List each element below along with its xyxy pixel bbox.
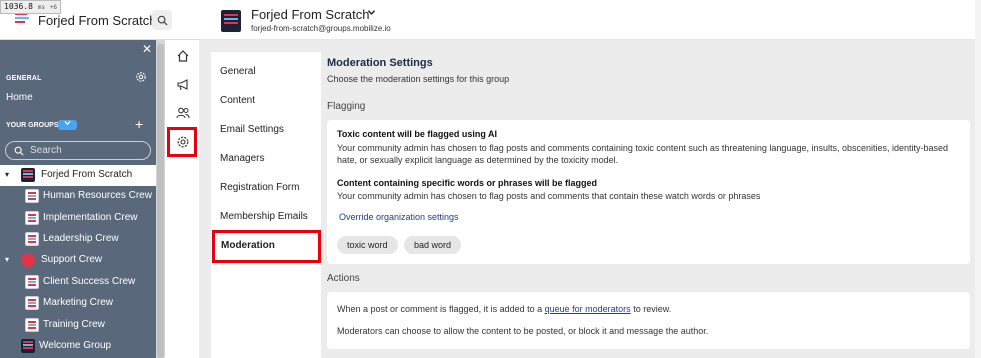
override-settings-link[interactable]: Override organization settings bbox=[339, 212, 459, 222]
flagging-card: Toxic content will be flagged using AI Y… bbox=[327, 120, 970, 264]
search-icon bbox=[14, 146, 24, 156]
subnav-item-general[interactable]: General bbox=[220, 66, 256, 77]
sidebar-group-label: Welcome Group bbox=[39, 340, 112, 351]
group-icon bbox=[25, 318, 39, 332]
group-header: Forjed From Scratch forjed-from-scratch@… bbox=[200, 0, 975, 40]
sidebar: ✕ GENERAL Home YOUR GROUPS + Search ▾ Fo… bbox=[0, 40, 156, 358]
settings-highlight-box bbox=[167, 127, 197, 157]
sidebar-general-heading: GENERAL bbox=[6, 75, 42, 82]
toxic-description: Your community admin has chosen to flag … bbox=[337, 143, 949, 165]
sidebar-group-label: Leadership Crew bbox=[43, 233, 119, 244]
group-logo bbox=[221, 10, 241, 32]
group-icon bbox=[25, 232, 39, 246]
chevron-down-icon[interactable]: ▾ bbox=[5, 170, 9, 179]
subnav-item-managers[interactable]: Managers bbox=[220, 153, 264, 164]
app-title[interactable]: Forjed From Scratch bbox=[38, 13, 156, 28]
toxic-heading: Toxic content will be flagged using AI bbox=[337, 129, 498, 139]
sidebar-group-marketing[interactable]: Marketing Crew bbox=[0, 293, 156, 314]
page-scrollbar[interactable] bbox=[975, 0, 981, 358]
perf-badge: 1036.8 ms +6 bbox=[0, 0, 62, 14]
sidebar-group-label: Forjed From Scratch bbox=[41, 169, 133, 180]
sidebar-group-label: Training Crew bbox=[43, 319, 105, 330]
sidebar-group-support[interactable]: ▾ Support Crew bbox=[0, 250, 156, 271]
group-icon bbox=[25, 296, 39, 310]
perf-extra: +6 bbox=[49, 4, 58, 11]
scrollbar-thumb[interactable] bbox=[157, 44, 164, 358]
close-icon[interactable]: ✕ bbox=[142, 42, 152, 56]
sidebar-group-hr[interactable]: Human Resources Crew bbox=[0, 186, 156, 207]
sidebar-group-forjed[interactable]: ▾ Forjed From Scratch bbox=[0, 165, 156, 186]
app-logo[interactable] bbox=[15, 13, 31, 29]
group-icon bbox=[21, 339, 35, 353]
subnav-item-moderation[interactable]: Moderation bbox=[212, 230, 321, 263]
actions-card: When a post or comment is flagged, it is… bbox=[327, 292, 970, 349]
search-icon bbox=[157, 15, 168, 26]
page-title: Moderation Settings bbox=[327, 57, 433, 69]
group-icon bbox=[21, 168, 35, 182]
group-email: forjed-from-scratch@groups.mobilize.io bbox=[251, 24, 391, 33]
group-icon bbox=[25, 189, 39, 203]
sidebar-search-input[interactable]: Search bbox=[5, 141, 151, 160]
watch-words-heading: Content containing specific words or phr… bbox=[337, 178, 598, 188]
home-icon[interactable] bbox=[176, 49, 190, 63]
people-icon[interactable] bbox=[176, 106, 190, 120]
group-icon bbox=[21, 253, 35, 267]
megaphone-icon[interactable] bbox=[176, 78, 190, 92]
sidebar-group-implementation[interactable]: Implementation Crew bbox=[0, 208, 156, 229]
actions-heading: Actions bbox=[327, 273, 360, 284]
perf-unit: ms bbox=[37, 4, 45, 11]
actions-line-1: When a post or comment is flagged, it is… bbox=[337, 304, 671, 314]
watch-word-chip: toxic word bbox=[337, 236, 398, 254]
perf-value: 1036.8 bbox=[4, 2, 33, 11]
chevron-down-icon bbox=[64, 120, 71, 126]
subnav-item-registration-form[interactable]: Registration Form bbox=[220, 182, 299, 193]
global-search-button[interactable] bbox=[152, 10, 172, 30]
sidebar-group-welcome[interactable]: Welcome Group bbox=[0, 336, 156, 357]
actions-line-1-text: When a post or comment is flagged, it is… bbox=[337, 304, 545, 314]
gear-icon[interactable] bbox=[135, 71, 147, 83]
subnav-item-membership-emails[interactable]: Membership Emails bbox=[220, 211, 308, 222]
actions-line-2: Moderators can choose to allow the conte… bbox=[337, 326, 709, 336]
group-icon bbox=[25, 275, 39, 289]
groups-dropdown-button[interactable] bbox=[58, 120, 77, 130]
flagging-heading: Flagging bbox=[327, 101, 366, 112]
sidebar-group-label: Implementation Crew bbox=[43, 212, 138, 223]
sidebar-scrollbar[interactable] bbox=[156, 40, 165, 358]
sidebar-your-groups-heading: YOUR GROUPS bbox=[6, 122, 59, 129]
chevron-down-icon[interactable] bbox=[367, 8, 376, 20]
moderation-settings: Moderation Settings Choose the moderatio… bbox=[327, 40, 972, 358]
page-subtitle: Choose the moderation settings for this … bbox=[327, 74, 510, 84]
search-placeholder: Search bbox=[30, 145, 62, 156]
sidebar-group-label: Marketing Crew bbox=[43, 297, 114, 308]
group-tools-rail bbox=[165, 40, 200, 358]
watch-words-description: Your community admin has chosen to flag … bbox=[337, 191, 761, 201]
sidebar-group-leadership[interactable]: Leadership Crew bbox=[0, 229, 156, 250]
sidebar-group-label: Human Resources Crew bbox=[43, 190, 152, 201]
subnav-item-moderation-label: Moderation bbox=[221, 240, 275, 251]
moderator-queue-link[interactable]: queue for moderators bbox=[545, 304, 631, 314]
main-content: General Content Email Settings Managers … bbox=[200, 40, 975, 358]
sidebar-group-training[interactable]: Training Crew bbox=[0, 315, 156, 336]
watch-word-chip: bad word bbox=[404, 236, 462, 254]
sidebar-group-label: Support Crew bbox=[41, 254, 103, 265]
sidebar-group-label: Client Success Crew bbox=[43, 276, 136, 287]
sidebar-item-home[interactable]: Home bbox=[6, 92, 33, 103]
settings-subnav: General Content Email Settings Managers … bbox=[211, 52, 321, 358]
add-group-button[interactable]: + bbox=[135, 117, 143, 131]
sidebar-group-client-success[interactable]: Client Success Crew bbox=[0, 272, 156, 293]
subnav-item-email-settings[interactable]: Email Settings bbox=[220, 124, 284, 135]
chevron-down-icon[interactable]: ▾ bbox=[5, 255, 9, 264]
group-icon bbox=[25, 211, 39, 225]
subnav-item-content[interactable]: Content bbox=[220, 95, 255, 106]
group-name[interactable]: Forjed From Scratch bbox=[251, 7, 369, 22]
actions-line-1-text-end: to review. bbox=[630, 304, 672, 314]
